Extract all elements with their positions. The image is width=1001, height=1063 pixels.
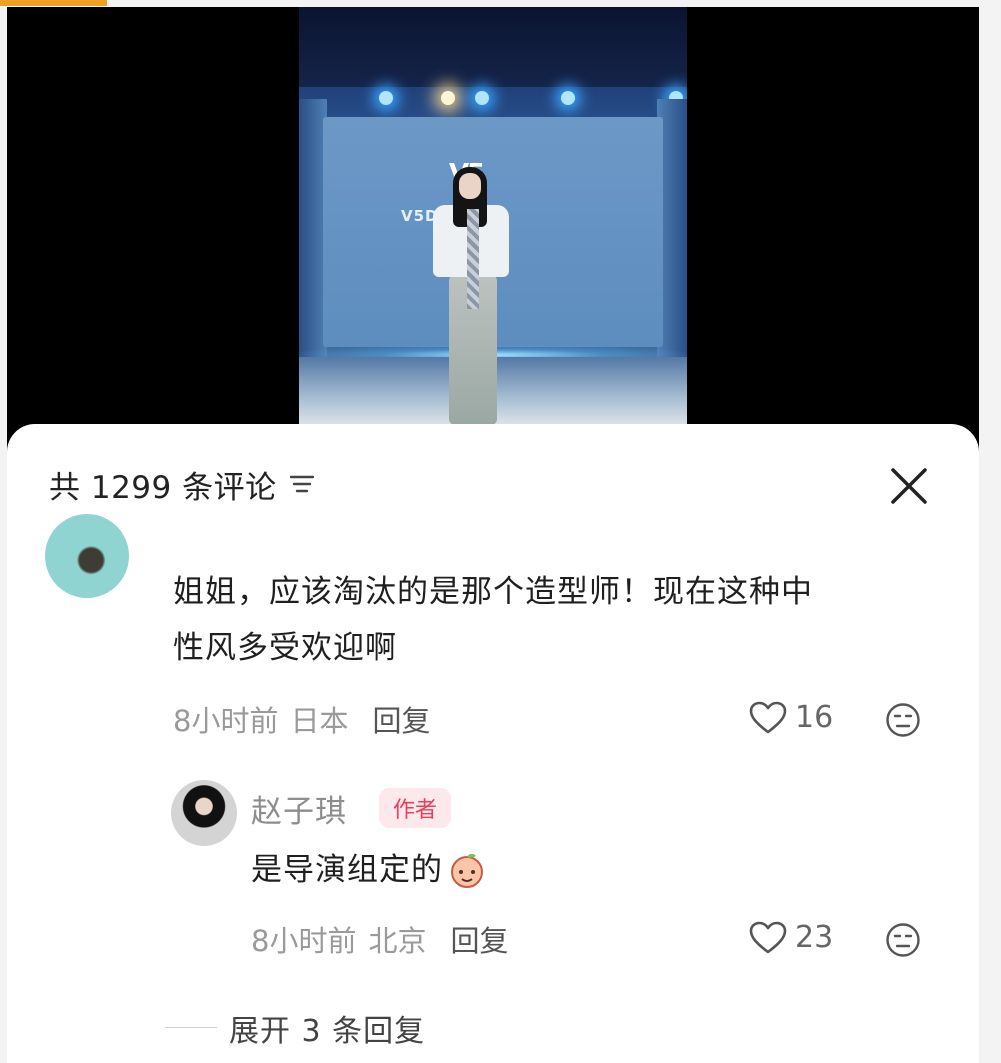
app-frame: V5 V5D TUDIO 共 1299 条评论	[7, 7, 979, 1063]
stage-light	[561, 91, 575, 105]
dancer-figure	[423, 157, 523, 427]
like-count: 23	[795, 920, 834, 955]
like-count: 16	[795, 700, 834, 735]
dislike-face-icon[interactable]	[885, 702, 921, 738]
like-button[interactable]: 23	[749, 920, 833, 955]
peach-emoji-icon	[447, 850, 487, 890]
reply-meta: 8小时前 北京 回复	[251, 918, 508, 960]
comments-header: 共 1299 条评论	[49, 464, 315, 506]
reply-button[interactable]: 回复	[450, 918, 508, 960]
reply-time: 8小时前	[251, 924, 357, 958]
comments-panel: 共 1299 条评论 姐姐，应该淘汰的是那个造型师！现在这种中 性风多受欢迎啊 …	[7, 424, 979, 1063]
like-button[interactable]: 16	[749, 700, 833, 735]
avatar[interactable]	[45, 514, 129, 598]
comment-location: 日本	[290, 704, 349, 738]
author-name[interactable]: 赵子琪	[251, 786, 347, 831]
video-player[interactable]: V5 V5D TUDIO	[299, 7, 687, 427]
comment-text-line: 姐姐，应该淘汰的是那个造型师！现在这种中	[173, 574, 813, 610]
stage-light	[475, 91, 489, 105]
expand-replies-button[interactable]: 展开 3 条回复	[229, 1006, 425, 1050]
stage-light	[379, 91, 393, 105]
author-avatar[interactable]	[171, 780, 237, 846]
reply-location: 北京	[368, 924, 427, 958]
comment-text: 姐姐，应该淘汰的是那个造型师！现在这种中 性风多受欢迎啊	[173, 564, 813, 676]
comment-time: 8小时前	[173, 704, 279, 738]
close-icon[interactable]	[887, 464, 931, 508]
reply-text-content: 是导演组定的	[251, 852, 443, 888]
comment-text-line: 性风多受欢迎啊	[173, 630, 397, 666]
comment-meta: 8小时前 日本 回复	[173, 698, 430, 740]
top-accent-bar	[0, 0, 107, 6]
reply-button[interactable]: 回复	[372, 698, 430, 740]
sort-filter-icon[interactable]	[289, 473, 315, 495]
heart-icon	[749, 701, 787, 733]
heart-icon	[749, 921, 787, 953]
video-ceiling	[299, 7, 687, 87]
stage-light	[441, 91, 455, 105]
expand-divider	[165, 1027, 217, 1028]
author-badge: 作者	[379, 788, 452, 828]
reply-text: 是导演组定的	[251, 842, 487, 898]
comments-count: 共 1299 条评论	[49, 469, 277, 506]
dislike-face-icon[interactable]	[885, 922, 921, 958]
